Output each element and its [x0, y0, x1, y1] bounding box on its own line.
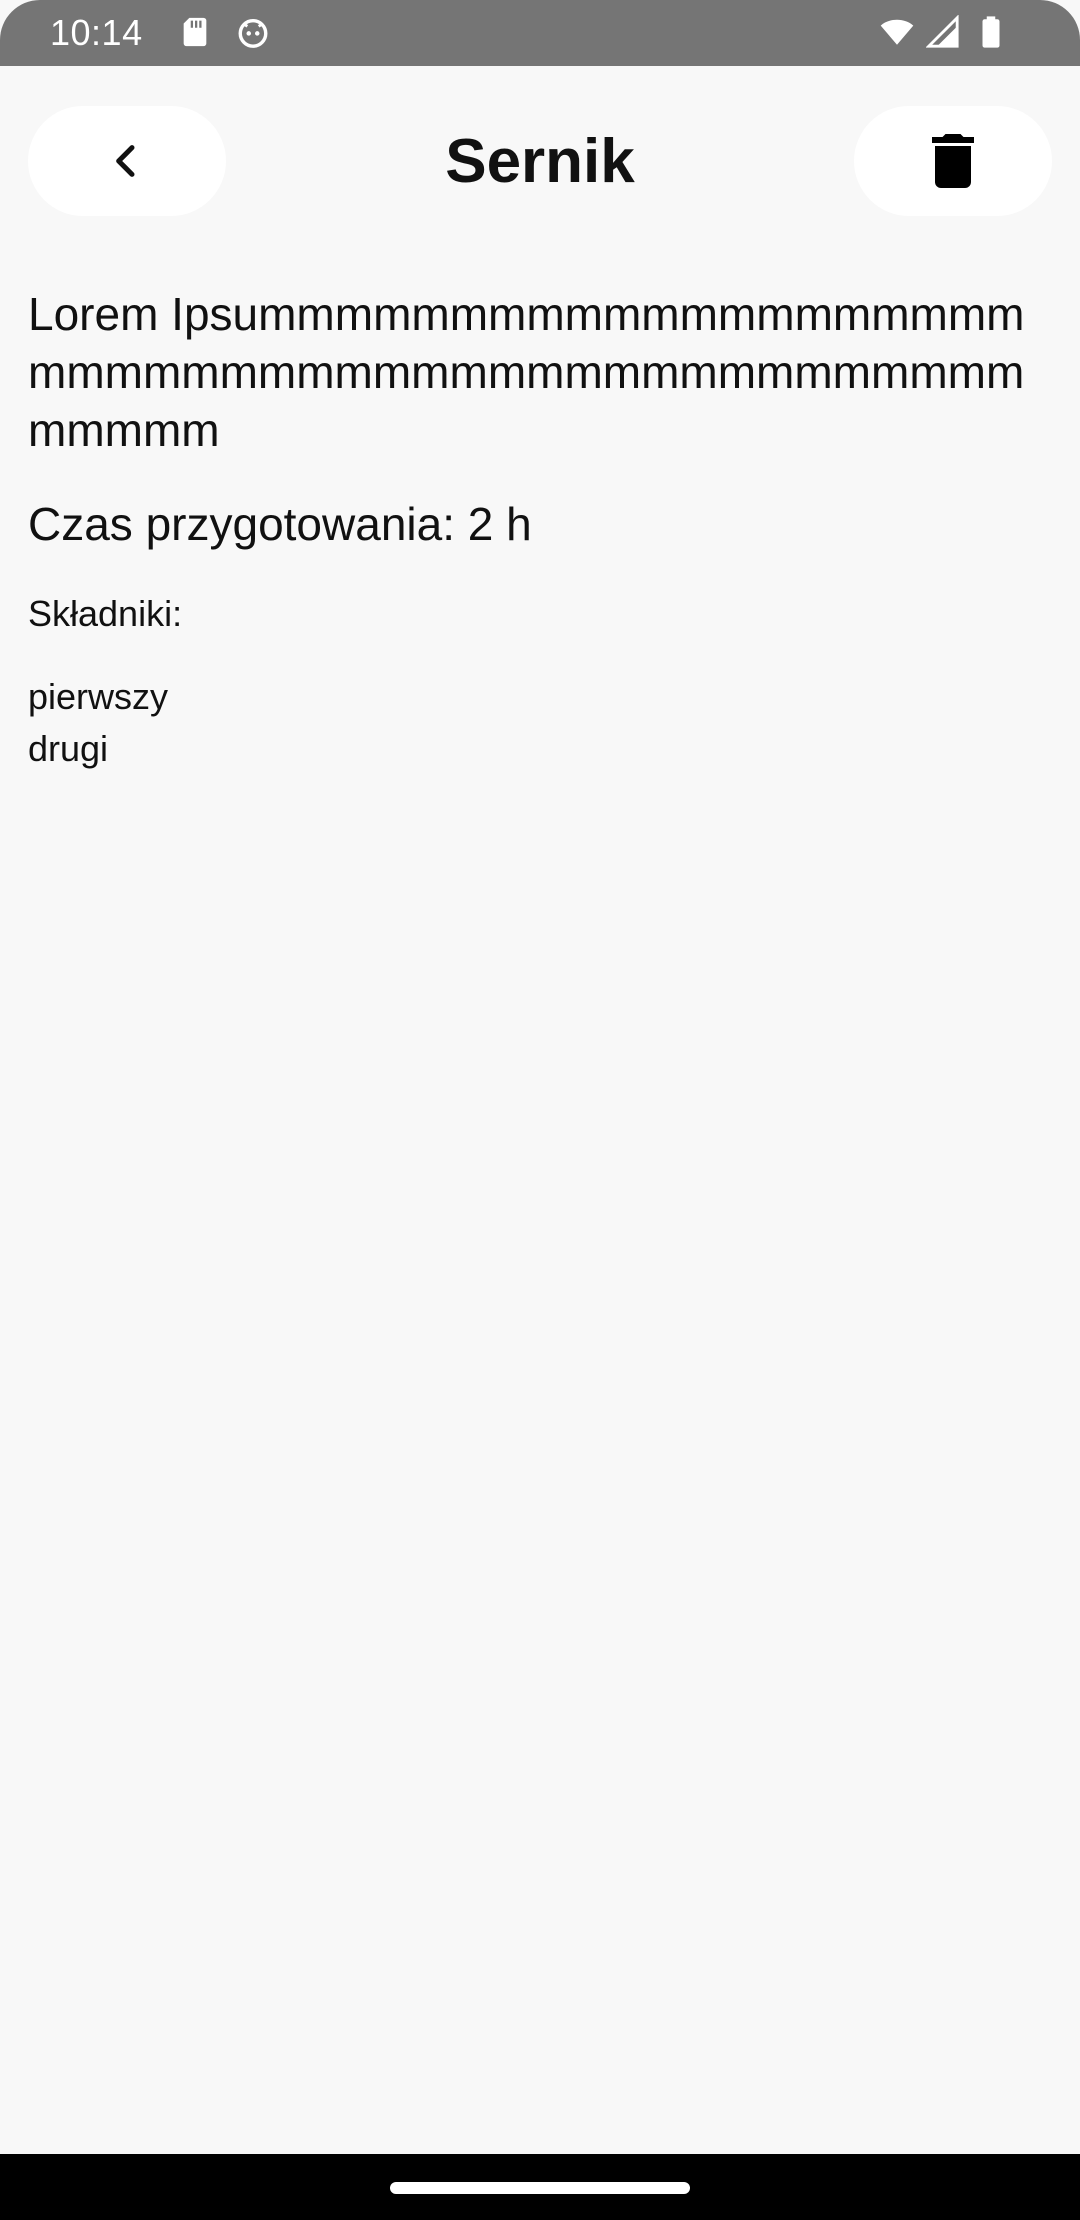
wifi-icon [880, 15, 914, 49]
page-title: Sernik [445, 127, 635, 196]
android-debug-icon [236, 15, 270, 49]
status-bar: 10:14 [0, 0, 1080, 66]
prep-time: Czas przygotowania: 2 h [28, 498, 532, 550]
sd-card-icon [178, 15, 212, 49]
cellular-signal-icon [926, 15, 960, 49]
recipe-content: Lorem Ipsummmmmmmmmmmmmmmmmmmmmmmmmmmmmm… [28, 285, 1058, 775]
back-button[interactable] [28, 106, 226, 216]
battery-icon [974, 15, 1008, 49]
status-time: 10:14 [50, 12, 143, 53]
recipe-description: Lorem Ipsummmmmmmmmmmmmmmmmmmmmmmmmmmmmm… [28, 288, 1025, 456]
home-gesture-handle[interactable] [390, 2182, 690, 2194]
delete-button[interactable] [854, 106, 1052, 216]
trash-icon [932, 134, 974, 188]
ingredients-label: Składniki: [28, 593, 183, 634]
ingredients-list: pierwszy drugi [28, 671, 1058, 775]
ingredient-item: pierwszy [28, 676, 169, 717]
chevron-left-icon [107, 141, 147, 181]
ingredient-item: drugi [28, 728, 109, 769]
app-header: Sernik [0, 66, 1080, 246]
